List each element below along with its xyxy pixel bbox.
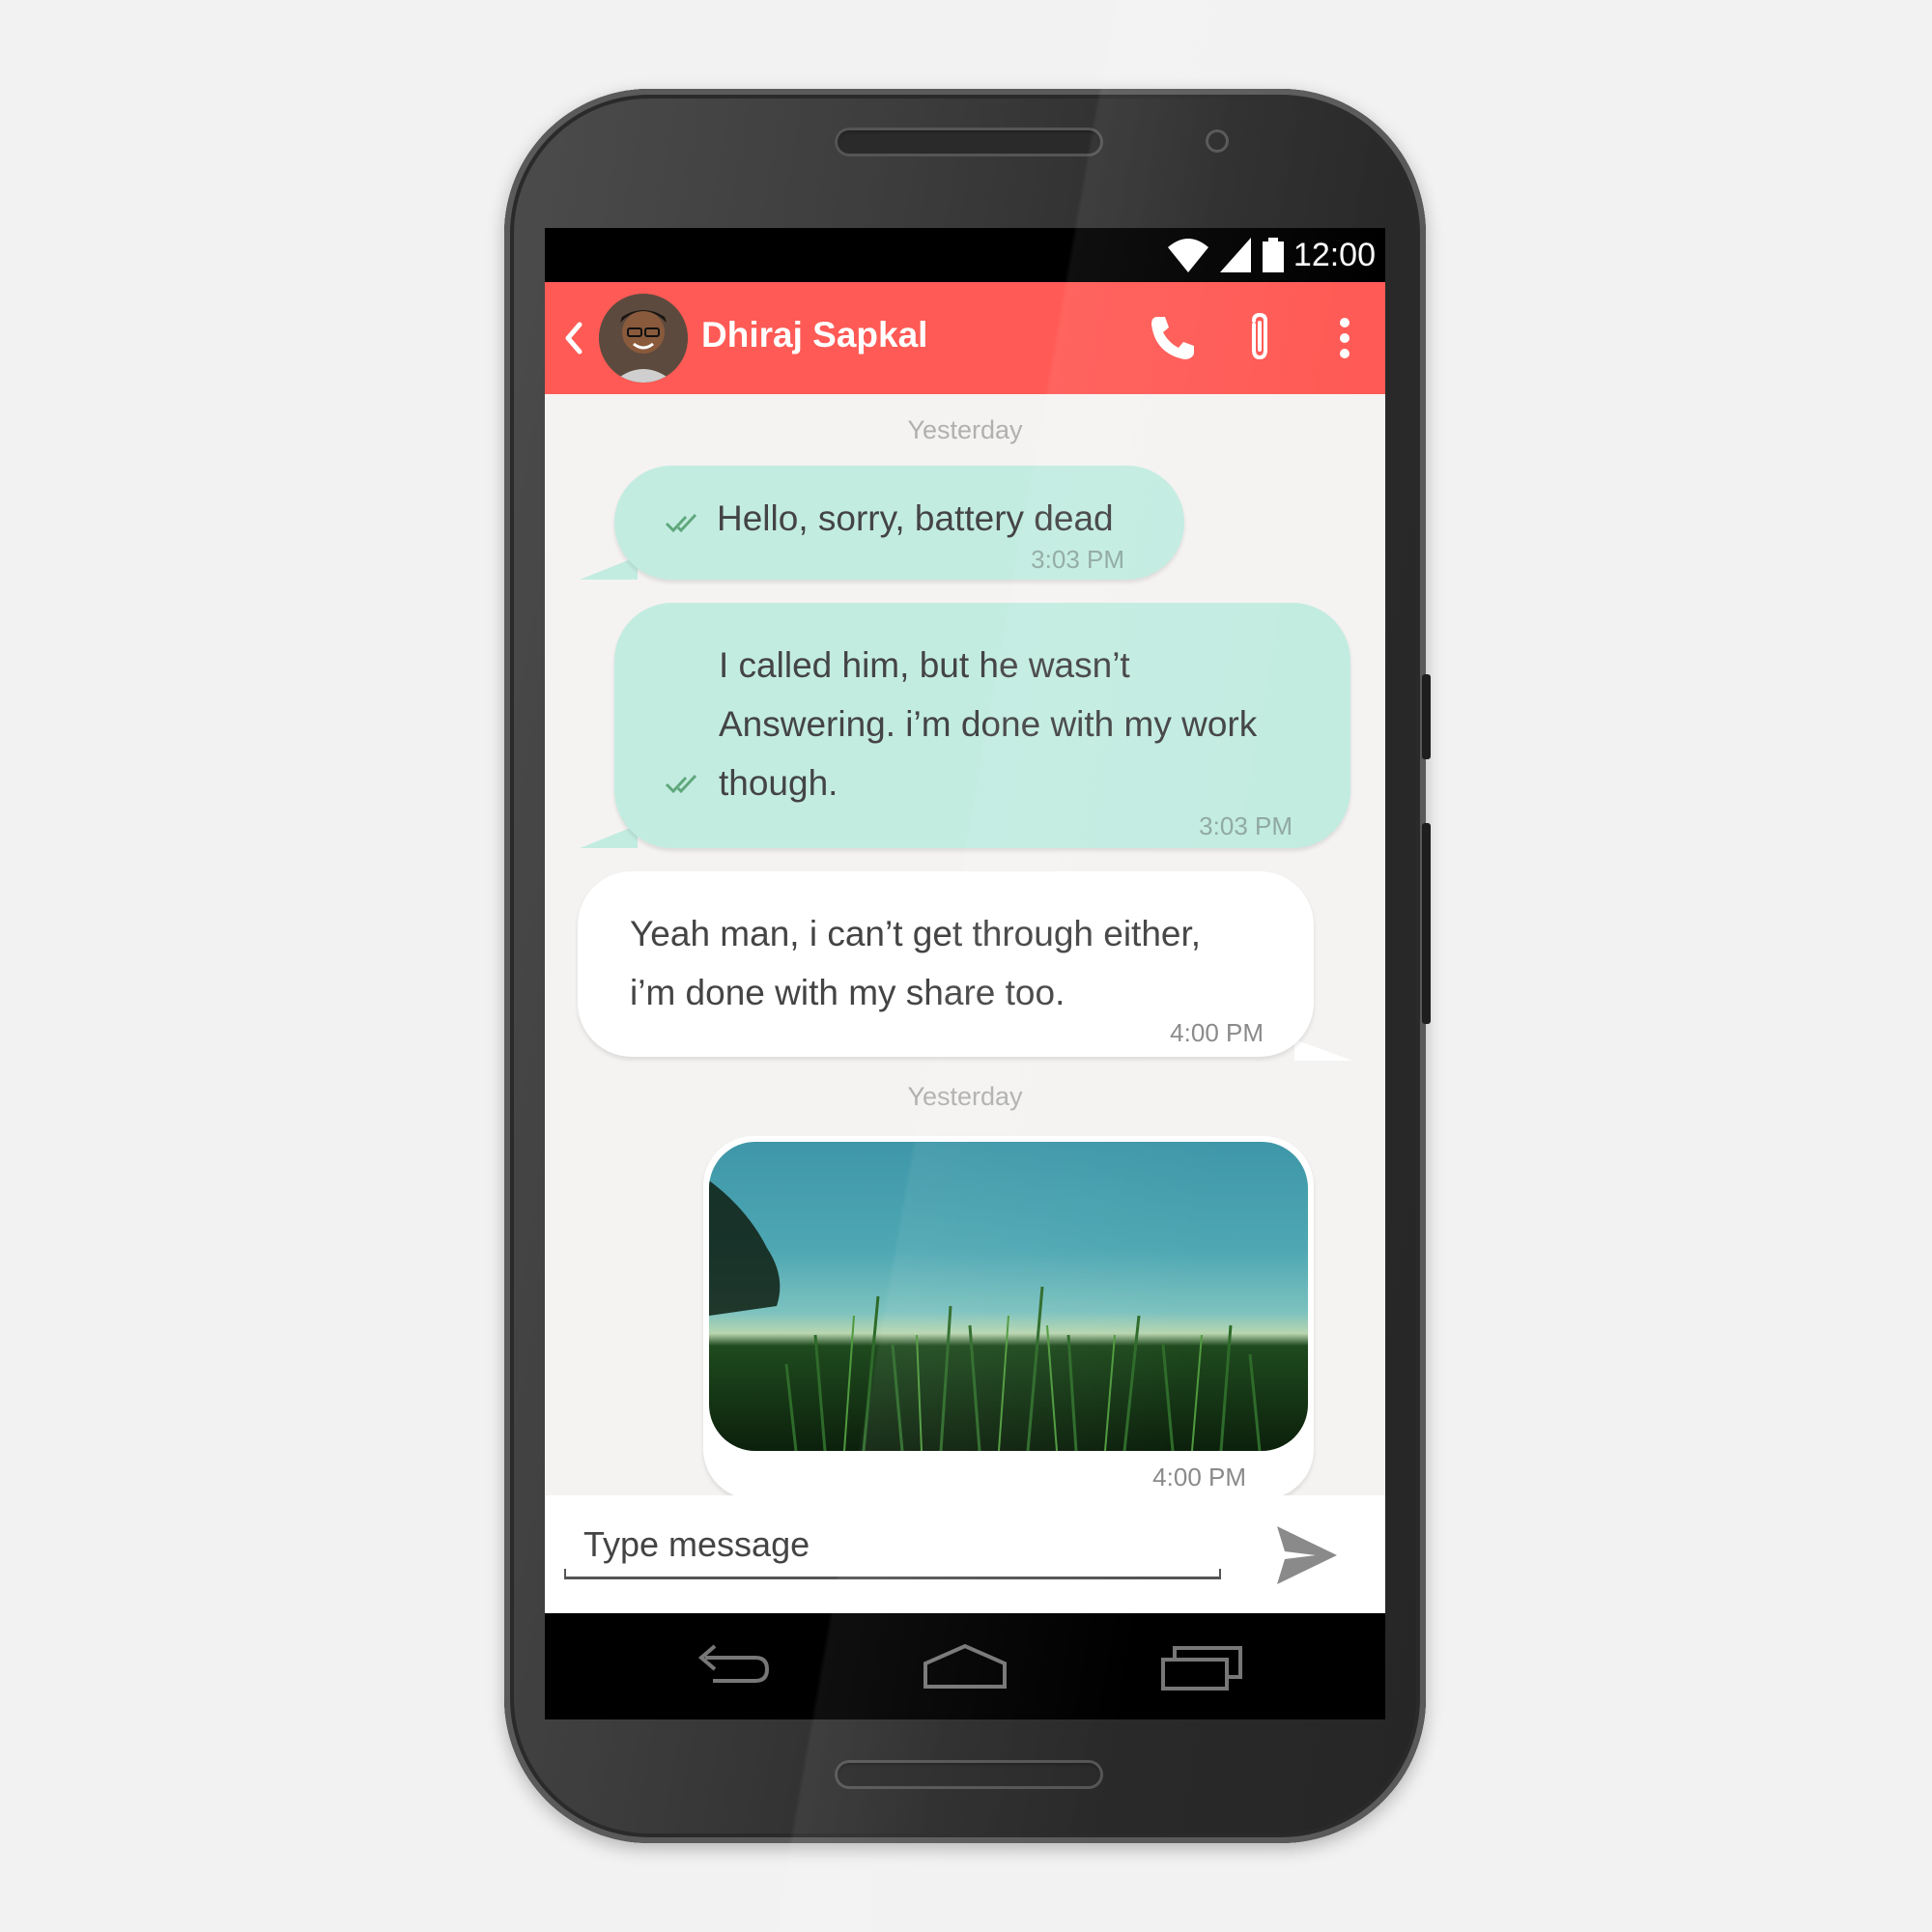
nav-back-icon[interactable] — [686, 1640, 773, 1694]
system-nav-bar — [545, 1613, 1385, 1719]
double-check-icon — [665, 513, 697, 533]
day-divider: Yesterday — [907, 1082, 1023, 1111]
nav-home-icon[interactable] — [922, 1640, 1009, 1694]
attach-icon[interactable] — [1233, 311, 1287, 365]
bottom-speaker — [835, 1760, 1103, 1789]
volume-button — [1422, 823, 1431, 1024]
status-bar: 12:00 — [545, 228, 1385, 282]
chat-area[interactable]: Yesterday Hello, sorry, battery dead 3:0… — [545, 394, 1385, 1499]
shared-photo[interactable] — [709, 1142, 1308, 1451]
nav-recents-icon[interactable] — [1159, 1640, 1246, 1694]
outgoing-message[interactable]: I called him, but he wasn’t Answering. i… — [614, 603, 1350, 848]
signal-icon — [1219, 238, 1251, 272]
wifi-icon — [1167, 239, 1208, 272]
day-divider: Yesterday — [907, 415, 1023, 444]
message-line: I called him, but he wasn’t — [719, 645, 1130, 685]
back-icon[interactable] — [562, 319, 585, 357]
contact-name[interactable]: Dhiraj Sapkal — [701, 315, 927, 355]
message-line: Answering. i’m done with my work — [719, 704, 1258, 744]
outgoing-message[interactable]: Hello, sorry, battery dead 3:03 PM — [614, 466, 1184, 580]
message-text: Hello, sorry, battery dead — [717, 498, 1114, 538]
contact-avatar[interactable] — [599, 294, 688, 383]
message-time: 3:03 PM — [1199, 811, 1293, 840]
message-line: though. — [719, 763, 838, 803]
incoming-message[interactable]: Yeah man, i can’t get through either, i’… — [578, 871, 1314, 1057]
status-time: 12:00 — [1293, 236, 1376, 273]
image-message[interactable]: 4:00 PM — [703, 1136, 1314, 1499]
message-line: Yeah man, i can’t get through either, — [630, 914, 1202, 953]
double-check-icon — [665, 774, 697, 794]
input-underline — [564, 1569, 1221, 1579]
message-line: i’m done with my share too. — [630, 973, 1065, 1012]
front-camera — [1206, 129, 1229, 153]
battery-icon — [1262, 238, 1284, 272]
composer — [545, 1495, 1385, 1613]
power-button — [1422, 674, 1431, 759]
message-input[interactable] — [582, 1517, 1184, 1573]
message-time: 4:00 PM — [1152, 1463, 1246, 1492]
bubble-tail — [1294, 1039, 1352, 1061]
chat-header: Dhiraj Sapkal — [545, 282, 1385, 394]
earpiece-speaker — [835, 128, 1103, 156]
send-icon[interactable] — [1271, 1520, 1341, 1590]
message-time: 3:03 PM — [1031, 545, 1124, 574]
phone-icon[interactable] — [1146, 311, 1200, 365]
phone-screen: 12:00 Dhiraj Sapkal Yesterday Hello, sor… — [545, 228, 1385, 1719]
message-time: 4:00 PM — [1170, 1018, 1264, 1047]
more-icon[interactable] — [1318, 311, 1372, 365]
